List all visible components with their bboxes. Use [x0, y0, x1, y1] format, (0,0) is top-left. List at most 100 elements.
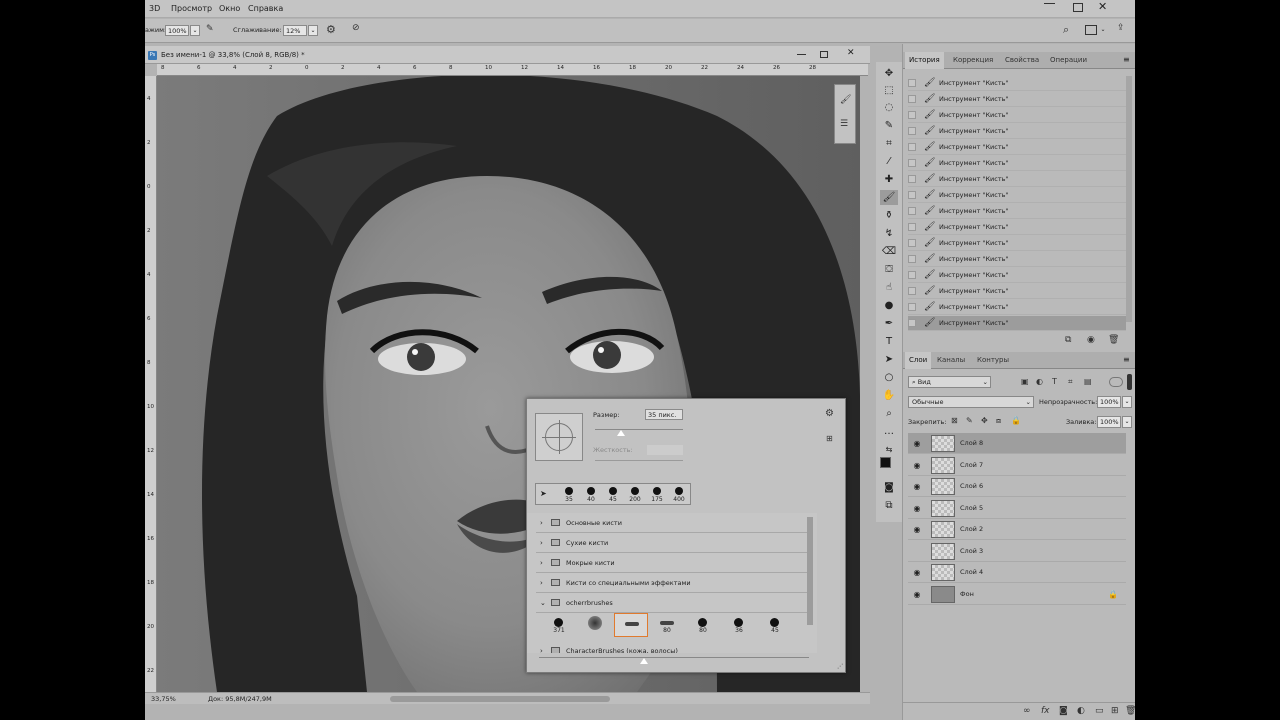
dodge-icon[interactable]: ●	[880, 298, 898, 313]
smudge-icon[interactable]: ☝	[880, 280, 898, 295]
brush-settings-icon[interactable]: ☰	[840, 119, 848, 129]
eye-icon[interactable]: ◉	[911, 455, 923, 476]
foreground-color[interactable]	[880, 457, 891, 468]
doc-info[interactable]: Док: 95,8M/247,9M	[208, 695, 272, 703]
history-state[interactable]: 🖌 Инструмент "Кисть"	[908, 140, 1126, 155]
layer-row[interactable]: ◉ Слой 4	[908, 562, 1126, 583]
chevron-down-icon[interactable]: ⌄	[308, 25, 318, 36]
layer-name[interactable]: Слой 2	[960, 519, 983, 540]
recent-brush-preset[interactable]: 400	[668, 484, 690, 506]
pressure-input[interactable]: 100%	[165, 25, 189, 36]
brush-group[interactable]: › Сухие кисти	[536, 533, 808, 553]
history-source-checkbox[interactable]	[908, 79, 916, 87]
chevron-right-icon[interactable]: ›	[540, 553, 543, 573]
snapshot-from-state-icon[interactable]: ⧉	[1065, 335, 1071, 345]
layer-row[interactable]: ◉ Слой 7	[908, 455, 1126, 476]
tab-properties[interactable]: Свойства	[1001, 52, 1043, 69]
chevron-down-icon[interactable]: ⌄	[1122, 416, 1132, 428]
menu-window[interactable]: Окно	[219, 4, 240, 13]
history-state[interactable]: 🖌 Инструмент "Кисть"	[908, 204, 1126, 219]
doc-close-icon[interactable]: ✕	[847, 48, 855, 58]
path-select-icon[interactable]: ➤	[880, 352, 898, 367]
size-slider-track[interactable]	[595, 429, 683, 430]
gear-icon[interactable]: ⚙	[326, 23, 336, 36]
recent-brush-preset[interactable]: 175	[646, 484, 668, 506]
new-preset-icon[interactable]: ⊞	[826, 434, 833, 443]
lock-transparent-icon[interactable]: ⊠	[951, 416, 958, 425]
close-icon[interactable]: ✕	[1098, 0, 1107, 13]
history-state[interactable]: 🖌 Инструмент "Кисть"	[908, 108, 1126, 123]
history-source-checkbox[interactable]	[908, 303, 916, 311]
brush-tool-icon[interactable]: 🖌	[880, 190, 898, 205]
brush-group[interactable]: › Кисти со специальными эффектами	[536, 573, 808, 593]
hardness-input[interactable]	[647, 445, 683, 455]
share-icon[interactable]: ⇪	[1117, 23, 1125, 33]
chevron-down-icon[interactable]: ⌄	[1098, 25, 1108, 36]
brush-preset[interactable]: 36	[722, 613, 756, 637]
layer-name[interactable]: Слой 6	[960, 476, 983, 497]
tab-layers[interactable]: Слои	[905, 352, 932, 369]
menu-view[interactable]: Просмотр	[171, 4, 212, 13]
marquee-tool-icon[interactable]: ⬚	[880, 83, 898, 98]
history-source-checkbox[interactable]	[908, 207, 916, 215]
history-source-checkbox[interactable]	[908, 239, 916, 247]
chevron-down-icon[interactable]: ⌄	[190, 25, 200, 36]
history-state[interactable]: 🖌 Инструмент "Кисть"	[908, 252, 1126, 267]
new-group-icon[interactable]: ▭	[1095, 706, 1104, 716]
layer-name[interactable]: Слой 8	[960, 433, 983, 454]
paint-bucket-icon[interactable]: ⛋	[880, 262, 898, 277]
airbrush-icon[interactable]: ✎	[206, 24, 214, 34]
move-tool-icon[interactable]: ✥	[880, 66, 898, 81]
ellipse-tool-icon[interactable]: ○	[880, 370, 898, 385]
filter-toggle[interactable]	[1109, 377, 1123, 387]
brush-preset[interactable]: 45	[758, 613, 792, 637]
quick-mask-icon[interactable]: ◙	[880, 480, 898, 495]
preview-size-thumb[interactable]	[640, 658, 648, 664]
history-state[interactable]: 🖌 Инструмент "Кисть"	[908, 236, 1126, 251]
filter-pixel-icon[interactable]: ▣	[1021, 377, 1029, 386]
doc-maximize-button[interactable]	[820, 51, 828, 58]
history-state[interactable]: 🖌 Инструмент "Кисть"	[908, 76, 1126, 91]
maximize-button[interactable]	[1073, 3, 1083, 12]
swap-colors-icon[interactable]: ⇆	[880, 442, 898, 457]
history-source-checkbox[interactable]	[908, 127, 916, 135]
tab-paths[interactable]: Контуры	[973, 352, 1013, 369]
layer-row[interactable]: Слой 3	[908, 541, 1126, 562]
type-tool-icon[interactable]: T	[880, 334, 898, 349]
brush-group[interactable]: › Мокрые кисти	[536, 553, 808, 573]
recent-brush-preset[interactable]: 35	[558, 484, 580, 506]
brush-group[interactable]: › CharacterBrushes (кожа, волосы)	[536, 641, 808, 653]
clone-stamp-icon[interactable]: ⚱	[880, 208, 898, 223]
filter-shape-icon[interactable]: ⌗	[1068, 377, 1073, 387]
eye-icon[interactable]: ◉	[911, 584, 923, 605]
history-source-checkbox[interactable]	[908, 319, 916, 327]
add-mask-icon[interactable]: ◙	[1059, 706, 1068, 716]
filter-adjustment-icon[interactable]: ◐	[1036, 377, 1043, 386]
blend-mode-select[interactable]: Обычные ⌄	[908, 396, 1034, 408]
tab-history[interactable]: История	[905, 52, 944, 69]
history-state[interactable]: 🖌 Инструмент "Кисть"	[908, 316, 1126, 331]
horizontal-scrollbar[interactable]	[390, 696, 610, 702]
gear-icon[interactable]: ⚙	[825, 408, 834, 419]
lock-pixels-icon[interactable]: ✎	[966, 416, 973, 425]
eyedropper-icon[interactable]: ⁄	[880, 154, 898, 169]
chevron-down-icon[interactable]: ⌄	[540, 593, 546, 613]
chevron-right-icon[interactable]: ›	[540, 513, 543, 533]
minimize-button[interactable]	[1044, 3, 1055, 14]
history-source-checkbox[interactable]	[908, 191, 916, 199]
layer-name[interactable]: Слой 5	[960, 498, 983, 519]
healing-brush-icon[interactable]: ✚	[880, 172, 898, 187]
eraser-icon[interactable]: ⌫	[880, 244, 898, 259]
eye-icon[interactable]: ◉	[911, 519, 923, 540]
brush-preset[interactable]: 80	[686, 613, 720, 637]
history-state[interactable]: 🖌 Инструмент "Кисть"	[908, 172, 1126, 187]
history-state[interactable]: 🖌 Инструмент "Кисть"	[908, 284, 1126, 299]
history-state[interactable]: 🖌 Инструмент "Кисть"	[908, 156, 1126, 171]
recent-brush-preset[interactable]: 45	[602, 484, 624, 506]
filter-smart-object-icon[interactable]: ▤	[1084, 377, 1092, 386]
recent-brush-preset[interactable]: 40	[580, 484, 602, 506]
panel-menu-icon[interactable]: ≡	[1123, 55, 1130, 64]
quick-select-icon[interactable]: ✎	[880, 118, 898, 133]
eye-icon[interactable]: ◉	[911, 433, 923, 454]
layer-row[interactable]: ◉ Слой 8	[908, 433, 1126, 454]
